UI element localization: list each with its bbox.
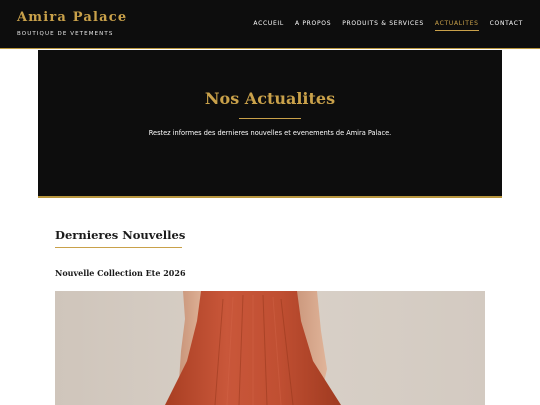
dress-photo-illustration bbox=[55, 291, 485, 405]
nav-produits-services[interactable]: PRODUITS & SERVICES bbox=[342, 20, 424, 31]
brand-tagline: BOUTIQUE DE VETEMENTS bbox=[17, 31, 114, 37]
hero-banner: Nos Actualites Restez informes des derni… bbox=[38, 50, 502, 198]
article-image[interactable] bbox=[55, 291, 485, 405]
article-title[interactable]: Nouvelle Collection Ete 2026 bbox=[55, 268, 186, 278]
brand-name[interactable]: Amira Palace bbox=[17, 10, 127, 25]
section-title: Dernieres Nouvelles bbox=[55, 228, 186, 242]
section-divider bbox=[55, 247, 182, 248]
main-nav: ACCUEIL A PROPOS PRODUITS & SERVICES ACT… bbox=[253, 20, 523, 31]
hero-title: Nos Actualites bbox=[204, 89, 336, 108]
nav-accueil[interactable]: ACCUEIL bbox=[253, 20, 284, 31]
hero-subtitle: Restez informes des dernieres nouvelles … bbox=[148, 129, 392, 137]
nav-contact[interactable]: CONTACT bbox=[490, 20, 523, 31]
nav-actualites[interactable]: ACTUALITES bbox=[434, 20, 479, 31]
brand[interactable]: Amira Palace BOUTIQUE DE VETEMENTS bbox=[17, 10, 127, 37]
nav-a-propos[interactable]: A PROPOS bbox=[295, 20, 331, 31]
hero-divider bbox=[239, 118, 301, 119]
site-header: Amira Palace BOUTIQUE DE VETEMENTS ACCUE… bbox=[0, 0, 540, 49]
